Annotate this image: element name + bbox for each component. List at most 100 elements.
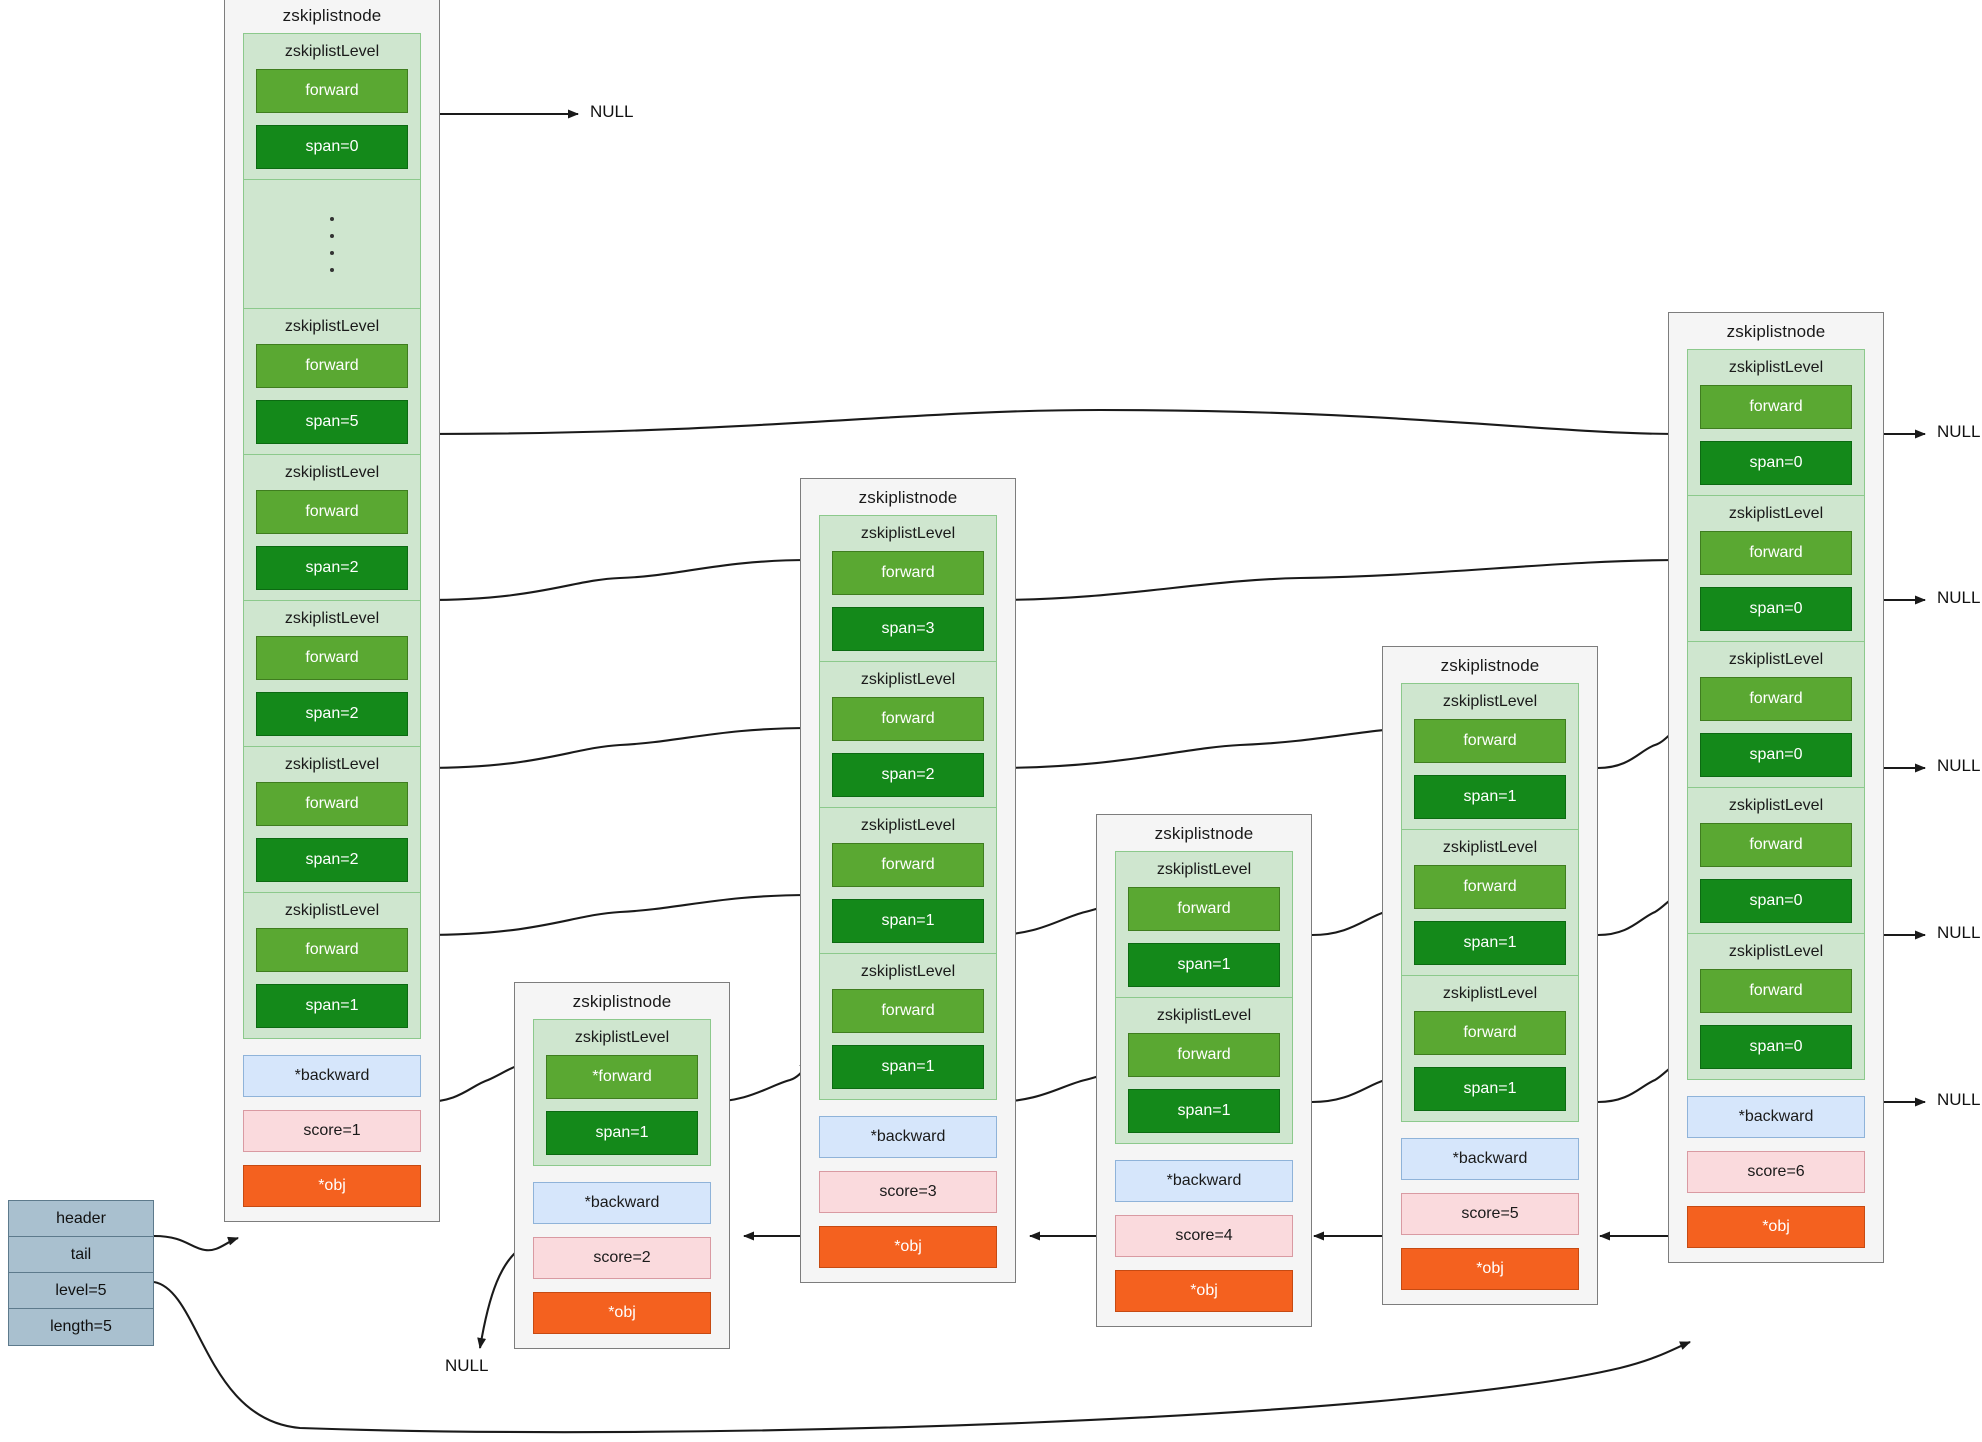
ellipsis-dot bbox=[330, 250, 334, 255]
null-label-tail-level5: NULL bbox=[1937, 422, 1981, 441]
level-title: zskiplistLevel bbox=[1728, 797, 1824, 814]
obj-pointer[interactable]: *obj bbox=[1115, 1270, 1293, 1312]
zskiplistnode-score5: zskiplistnode zskiplistLevel forward spa… bbox=[1382, 646, 1598, 1305]
level-title: zskiplistLevel bbox=[574, 1029, 670, 1046]
forward-pointer[interactable]: forward bbox=[1700, 677, 1852, 721]
levels-container: zskiplistLevel *forward span=1 bbox=[533, 1019, 711, 1166]
level-item: zskiplistLevel forward span=2 bbox=[244, 747, 420, 893]
backward-pointer[interactable]: *backward bbox=[1115, 1160, 1293, 1202]
forward-pointer[interactable]: forward bbox=[1700, 385, 1852, 429]
span-value: span=1 bbox=[1414, 1067, 1566, 1111]
level-ellipsis bbox=[244, 180, 420, 309]
level-title: zskiplistLevel bbox=[860, 817, 956, 834]
node-title: zskiplistnode bbox=[572, 992, 672, 1011]
level-item: zskiplistLevel forward span=2 bbox=[820, 662, 996, 808]
level-title: zskiplistLevel bbox=[284, 610, 380, 627]
forward-pointer[interactable]: forward bbox=[1128, 1033, 1280, 1077]
forward-pointer[interactable]: forward bbox=[1128, 887, 1280, 931]
obj-pointer[interactable]: *obj bbox=[1401, 1248, 1579, 1290]
span-value: span=2 bbox=[832, 753, 984, 797]
level-title: zskiplistLevel bbox=[860, 963, 956, 980]
node-title: zskiplistnode bbox=[1440, 656, 1540, 675]
level-title: zskiplistLevel bbox=[284, 902, 380, 919]
forward-pointer[interactable]: forward bbox=[1700, 969, 1852, 1013]
level-item: zskiplistLevel forward span=1 bbox=[244, 893, 420, 1038]
level-item: zskiplistLevel forward span=0 bbox=[1688, 496, 1864, 642]
span-value: span=2 bbox=[256, 838, 408, 882]
ellipsis-dot bbox=[330, 216, 334, 221]
levels-container: zskiplistLevel forward span=3 zskiplistL… bbox=[819, 515, 997, 1100]
forward-pointer[interactable]: forward bbox=[1414, 865, 1566, 909]
score-value: score=4 bbox=[1115, 1215, 1293, 1257]
span-value: span=0 bbox=[1700, 879, 1852, 923]
level-item: zskiplistLevel forward span=0 bbox=[1688, 350, 1864, 496]
forward-pointer[interactable]: forward bbox=[256, 69, 408, 113]
obj-pointer[interactable]: *obj bbox=[533, 1292, 711, 1334]
forward-pointer[interactable]: forward bbox=[832, 989, 984, 1033]
null-label-tail-level1: NULL bbox=[1937, 1090, 1981, 1109]
forward-pointer[interactable]: forward bbox=[832, 843, 984, 887]
span-value: span=3 bbox=[832, 607, 984, 651]
zskiplist-row-header: header bbox=[9, 1201, 153, 1237]
node-title: zskiplistnode bbox=[1154, 824, 1254, 843]
level-item: zskiplistLevel forward span=2 bbox=[244, 455, 420, 601]
obj-pointer[interactable]: *obj bbox=[819, 1226, 997, 1268]
span-value: span=1 bbox=[256, 984, 408, 1028]
backward-pointer[interactable]: *backward bbox=[819, 1116, 997, 1158]
forward-pointer[interactable]: forward bbox=[1414, 1011, 1566, 1055]
score-value: score=6 bbox=[1687, 1151, 1865, 1193]
span-value: span=1 bbox=[546, 1111, 698, 1155]
span-value: span=2 bbox=[256, 546, 408, 590]
level-title: zskiplistLevel bbox=[860, 525, 956, 542]
obj-pointer[interactable]: *obj bbox=[1687, 1206, 1865, 1248]
backward-pointer[interactable]: *backward bbox=[1687, 1096, 1865, 1138]
level-title: zskiplistLevel bbox=[1728, 505, 1824, 522]
forward-pointer[interactable]: forward bbox=[256, 636, 408, 680]
levels-container: zskiplistLevel forward span=0 zskiplistL… bbox=[1687, 349, 1865, 1080]
span-value: span=0 bbox=[1700, 733, 1852, 777]
level-title: zskiplistLevel bbox=[1156, 1007, 1252, 1024]
null-label-backward-first: NULL bbox=[445, 1356, 489, 1375]
score-value: score=2 bbox=[533, 1237, 711, 1279]
level-item: zskiplistLevel forward span=0 bbox=[1688, 788, 1864, 934]
forward-pointer[interactable]: forward bbox=[1700, 531, 1852, 575]
span-value: span=1 bbox=[1414, 775, 1566, 819]
zskiplistnode-score2: zskiplistnode zskiplistLevel *forward sp… bbox=[514, 982, 730, 1349]
ellipsis-dot bbox=[330, 233, 334, 238]
forward-pointer[interactable]: forward bbox=[1414, 719, 1566, 763]
level-item: zskiplistLevel forward span=0 bbox=[244, 34, 420, 180]
obj-pointer[interactable]: *obj bbox=[243, 1165, 421, 1207]
level-item: zskiplistLevel forward span=2 bbox=[244, 601, 420, 747]
level-title: zskiplistLevel bbox=[1442, 985, 1538, 1002]
level-item: zskiplistLevel *forward span=1 bbox=[534, 1020, 710, 1165]
levels-container: zskiplistLevel forward span=1 zskiplistL… bbox=[1401, 683, 1579, 1122]
span-value: span=1 bbox=[1128, 1089, 1280, 1133]
forward-pointer[interactable]: forward bbox=[256, 490, 408, 534]
forward-pointer[interactable]: forward bbox=[832, 551, 984, 595]
levels-container: zskiplistLevel forward span=0 zskiplistL… bbox=[243, 33, 421, 1039]
null-label-header-top: NULL bbox=[590, 102, 634, 121]
zskiplist-row-level: level=5 bbox=[9, 1273, 153, 1309]
level-item: zskiplistLevel forward span=1 bbox=[1402, 976, 1578, 1121]
null-label-tail-level3: NULL bbox=[1937, 756, 1981, 775]
forward-pointer[interactable]: forward bbox=[256, 344, 408, 388]
score-value: score=5 bbox=[1401, 1193, 1579, 1235]
zskiplistnode-score3: zskiplistnode zskiplistLevel forward spa… bbox=[800, 478, 1016, 1283]
forward-pointer[interactable]: forward bbox=[256, 928, 408, 972]
forward-pointer[interactable]: forward bbox=[256, 782, 408, 826]
skiplist-diagram: header tail level=5 length=5 zskiplistno… bbox=[0, 0, 1982, 1442]
backward-pointer[interactable]: *backward bbox=[243, 1055, 421, 1097]
span-value: span=1 bbox=[1414, 921, 1566, 965]
node-title: zskiplistnode bbox=[282, 6, 382, 25]
forward-pointer[interactable]: *forward bbox=[546, 1055, 698, 1099]
span-value: span=0 bbox=[1700, 1025, 1852, 1069]
forward-pointer[interactable]: forward bbox=[832, 697, 984, 741]
backward-pointer[interactable]: *backward bbox=[1401, 1138, 1579, 1180]
forward-pointer[interactable]: forward bbox=[1700, 823, 1852, 867]
ellipsis-dot bbox=[330, 267, 334, 272]
level-item: zskiplistLevel forward span=1 bbox=[820, 954, 996, 1099]
level-title: zskiplistLevel bbox=[1442, 839, 1538, 856]
backward-pointer[interactable]: *backward bbox=[533, 1182, 711, 1224]
zskiplist-row-length: length=5 bbox=[9, 1309, 153, 1345]
span-value: span=1 bbox=[832, 1045, 984, 1089]
